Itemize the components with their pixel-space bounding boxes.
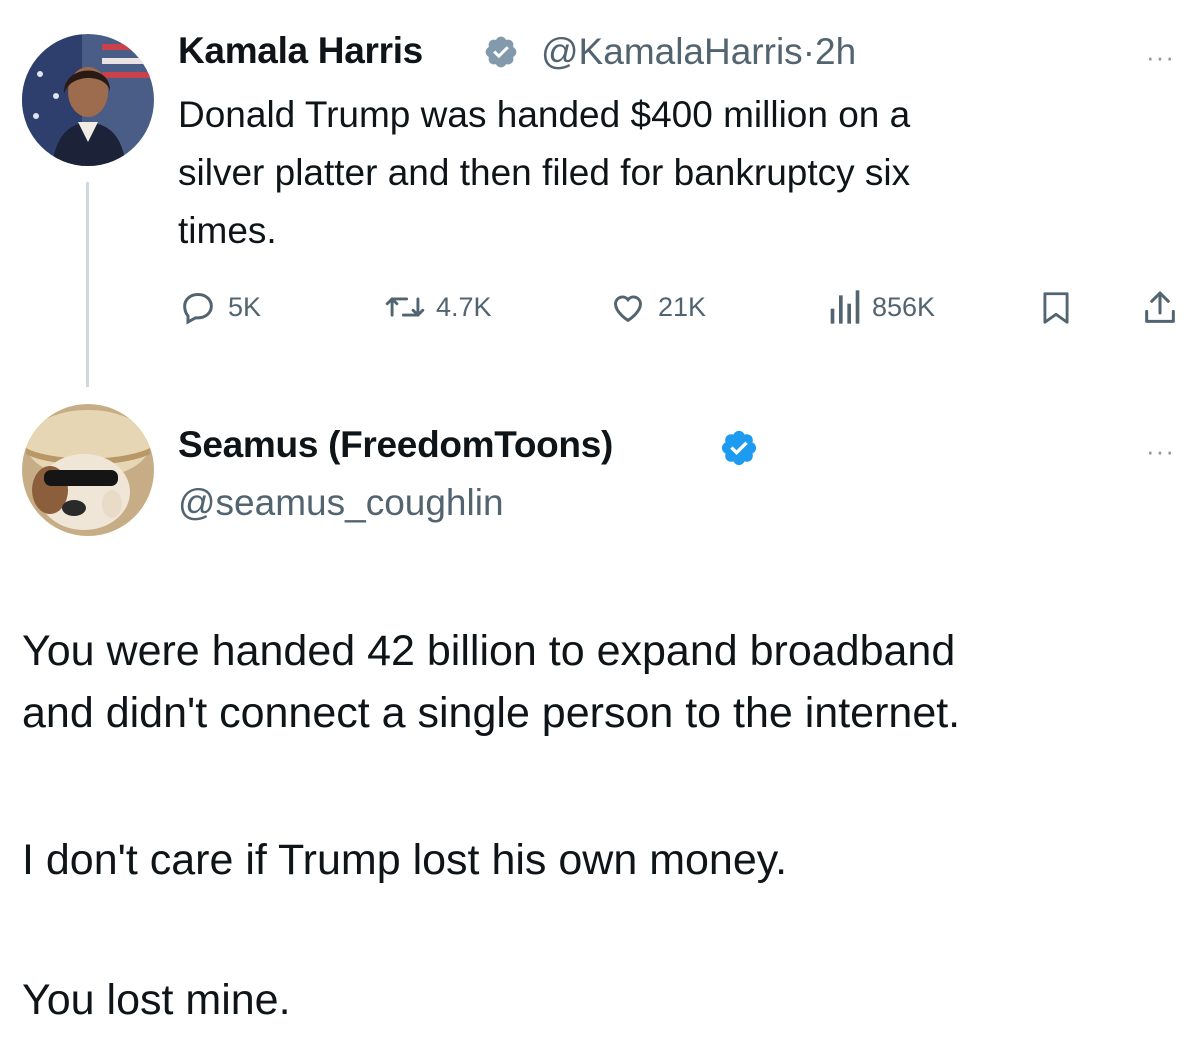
reply-text-line: and didn't connect a single person to th…	[22, 689, 961, 737]
reply-handle[interactable]: @seamus_coughlin	[178, 482, 504, 524]
reply-more-dots-icon[interactable]: ···	[1146, 436, 1175, 467]
repost-count: 4.7K	[436, 291, 492, 322]
tweet-meta: @KamalaHarris·2h	[541, 31, 856, 73]
tweet-more-dots-icon[interactable]: ···	[1146, 42, 1175, 73]
share-button[interactable]	[1140, 288, 1180, 333]
tweet-separator: ·	[802, 31, 816, 72]
share-upload-icon	[1145, 291, 1175, 323]
tweet-text-line: Donald Trump was handed $400 million on …	[178, 94, 911, 135]
bookmark-button[interactable]	[1037, 288, 1075, 333]
tweet-text-line: silver platter and then filed for bankru…	[178, 152, 911, 193]
views-count: 856K	[872, 291, 936, 322]
reply-count: 5K	[228, 291, 262, 322]
verified-badge-icon	[719, 428, 759, 473]
tweet-author-name[interactable]: Kamala Harris	[178, 30, 423, 72]
tweet-text-line: times.	[178, 210, 277, 251]
tweet-text: Donald Trump was handed $400 million on …	[178, 86, 1158, 260]
repost-icon	[385, 297, 425, 317]
verified-badge-icon	[483, 34, 519, 75]
thread-connector-line	[86, 182, 89, 387]
like-count: 21K	[658, 291, 707, 322]
reply-text-paragraph-1: You were handed 42 billion to expand bro…	[22, 620, 1182, 744]
like-action-button[interactable]: 21K	[608, 287, 706, 327]
reply-bubble-icon	[183, 292, 213, 325]
tweet-handle[interactable]: @KamalaHarris	[541, 31, 803, 72]
reply-author-name[interactable]: Seamus (FreedomToons)	[178, 424, 613, 466]
reply-text-line: You were handed 42 billion to expand bro…	[22, 627, 956, 675]
analytics-bars-icon	[830, 290, 860, 324]
bookmark-icon	[1043, 292, 1069, 324]
kamala-harris-avatar[interactable]	[22, 34, 154, 166]
heart-icon	[613, 295, 643, 323]
reply-text-paragraph-2: I don't care if Trump lost his own money…	[22, 836, 788, 884]
tweet-timestamp[interactable]: 2h	[815, 31, 856, 72]
reply-action-button[interactable]: 5K	[178, 287, 261, 327]
reply-text-paragraph-3: You lost mine.	[22, 976, 291, 1024]
views-action-button[interactable]: 856K	[826, 287, 935, 327]
seamus-avatar[interactable]	[22, 404, 154, 536]
repost-action-button[interactable]: 4.7K	[384, 287, 492, 327]
